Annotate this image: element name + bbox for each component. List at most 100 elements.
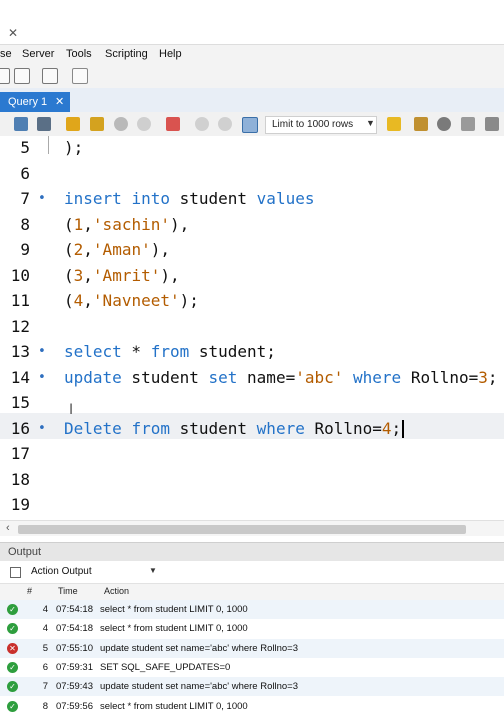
code-line[interactable]: update student set name='abc' where Roll… — [64, 368, 498, 387]
rollback-icon[interactable] — [218, 117, 232, 131]
row-action: update student set name='abc' where Roll… — [100, 642, 298, 654]
editor-tab-bar: Query 1 ✕ — [0, 88, 504, 113]
explain-icon[interactable] — [114, 117, 128, 131]
text-caret — [402, 420, 405, 438]
output-type-select[interactable]: Action Output ▼ — [0, 561, 504, 583]
code-token: ; — [487, 367, 498, 387]
code-token: ); — [179, 291, 199, 310]
output-row[interactable]: ✓ 4 07:54:18 select * from student LIMIT 0,… — [0, 600, 504, 619]
code-token: ( — [64, 265, 74, 285]
beautify-icon[interactable] — [387, 117, 401, 131]
code-token: Delete — [64, 418, 122, 438]
code-token: ), — [169, 214, 190, 234]
code-token: 4 — [381, 418, 392, 438]
scrollbar-thumb[interactable] — [18, 525, 466, 534]
find-icon[interactable] — [437, 117, 451, 131]
output-row[interactable]: ✓ 4 07:54:18 select * from student LIMIT 0,… — [0, 619, 504, 638]
row-number: 4 — [42, 623, 48, 635]
auto-commit-icon[interactable] — [242, 117, 258, 133]
limit-rows-select[interactable]: Limit to 1000 rows ▼ — [265, 116, 377, 134]
tab-query-1[interactable]: Query 1 ✕ — [0, 92, 70, 112]
row-action: select * from student LIMIT 0, 1000 — [100, 700, 248, 712]
invisible-chars-icon[interactable] — [485, 117, 499, 131]
code-line[interactable]: Delete from student where Rollno=4; — [64, 418, 405, 438]
code-line[interactable]: (2,'Aman'), — [64, 240, 170, 259]
code-token: ( — [64, 291, 74, 310]
editor-horizontal-scrollbar[interactable]: ‹ — [0, 520, 504, 537]
menu-item-tools[interactable]: Tools — [66, 48, 92, 60]
code-token: from — [131, 418, 170, 438]
line-number: 13 — [10, 342, 30, 361]
code-token: 1 — [73, 214, 84, 234]
code-token: values — [256, 189, 315, 208]
brush-icon[interactable] — [414, 117, 428, 131]
row-time: 07:59:43 — [56, 681, 93, 693]
code-line[interactable]: (4,'Navneet'); — [64, 291, 199, 310]
row-action: update student set name='abc' where Roll… — [100, 681, 298, 693]
code-token: ), — [150, 240, 170, 259]
row-time: 07:59:31 — [56, 661, 93, 673]
sql-file-icon[interactable] — [0, 68, 10, 84]
commit-icon[interactable] — [195, 117, 209, 131]
output-row[interactable]: ✓ 7 07:59:43 update student set name='abc' … — [0, 677, 504, 697]
row-number: 5 — [42, 642, 48, 654]
table-inspector-icon[interactable] — [14, 68, 30, 84]
close-icon[interactable]: ✕ — [8, 26, 18, 40]
stop-icon[interactable] — [137, 117, 151, 131]
code-token: update — [64, 367, 122, 387]
execute-current-icon[interactable] — [90, 117, 104, 131]
tab-close-icon[interactable]: ✕ — [55, 95, 64, 108]
code-line[interactable]: (1,'sachin'), — [64, 215, 189, 234]
code-token: 3 — [73, 265, 84, 285]
code-token: 4 — [73, 291, 84, 310]
code-token: ), — [160, 265, 180, 285]
menu-item-help[interactable]: Help — [159, 48, 182, 60]
column-action: Action — [104, 586, 130, 596]
menu-item-database[interactable]: se — [0, 48, 12, 60]
code-token: student — [169, 189, 257, 208]
success-status-icon: ✓ — [7, 700, 18, 712]
code-token: into — [131, 189, 170, 208]
code-token: ); — [64, 138, 84, 157]
statement-marker-icon: • — [38, 344, 46, 359]
code-token: 'Navneet' — [92, 291, 180, 310]
menu-item-scripting[interactable]: Scripting — [105, 48, 148, 60]
sql-editor[interactable]: I 5); 6 7 • insert into student values 8 (1,'s… — [0, 136, 504, 520]
row-action: select * from student LIMIT 0, 1000 — [100, 623, 248, 635]
word-wrap-icon[interactable] — [461, 117, 475, 131]
line-number: 18 — [10, 469, 30, 489]
code-token: 'Aman' — [92, 240, 151, 259]
code-token: Rollno= — [304, 418, 382, 438]
success-status-icon: ✓ — [7, 681, 18, 693]
output-row[interactable]: ✓ 8 07:59:56 select * from student LIMIT 0,… — [0, 697, 504, 716]
line-number: 6 — [20, 163, 30, 183]
code-line[interactable]: insert into student values — [64, 189, 314, 208]
row-number: 7 — [42, 681, 48, 693]
code-line[interactable]: select * from student; — [64, 342, 276, 361]
code-token: set — [208, 367, 238, 387]
code-token: Rollno= — [401, 367, 479, 387]
search-table-icon[interactable] — [42, 68, 58, 84]
output-row[interactable]: ✓ 6 07:59:31 SET SQL_SAFE_UPDATES=0 — [0, 658, 504, 677]
reconnect-icon[interactable] — [72, 68, 88, 84]
code-token: select — [64, 342, 122, 361]
window-titlebar: ✕ — [0, 0, 504, 44]
row-number: 8 — [42, 700, 48, 712]
code-line[interactable]: ); — [64, 138, 83, 157]
open-file-icon[interactable] — [14, 117, 28, 131]
menu-item-server[interactable]: Server — [22, 48, 54, 60]
scroll-left-icon[interactable]: ‹ — [6, 522, 10, 534]
output-row[interactable]: ✕ 5 07:55:10 update student set name='abc' … — [0, 638, 504, 658]
chevron-down-icon: ▼ — [366, 118, 375, 128]
copy-icon[interactable] — [10, 567, 21, 578]
save-icon[interactable] — [37, 117, 51, 131]
error-status-icon: ✕ — [7, 642, 18, 654]
code-line[interactable]: (3,'Amrit'), — [64, 266, 180, 285]
row-number: 4 — [42, 604, 48, 615]
query-toolbar: Limit to 1000 rows ▼ — [0, 112, 504, 137]
fold-guide — [48, 136, 49, 154]
execute-icon[interactable] — [66, 117, 80, 131]
toggle-error-icon[interactable] — [166, 117, 180, 131]
